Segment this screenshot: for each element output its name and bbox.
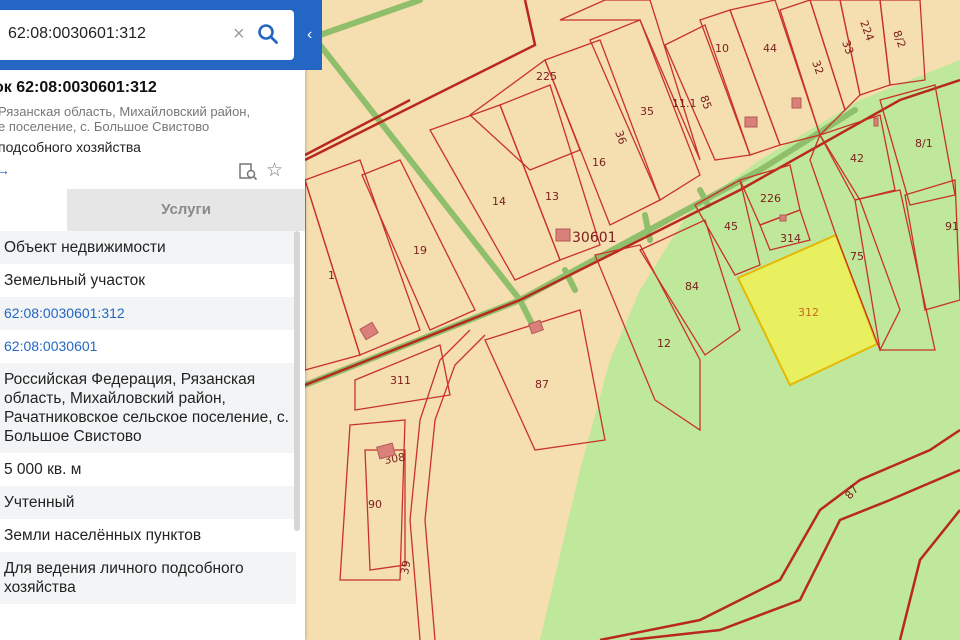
svg-text:35: 35 [640,105,654,118]
detail-row: Земли населённых пунктов [4,527,202,544]
detail-link[interactable]: 62:08:0030601 [0,330,296,363]
svg-text:42: 42 [850,152,864,165]
search-bar: × ‹ [0,0,322,70]
property-details: Объект недвижимости Земельный участок 62:0… [0,231,296,604]
svg-text:19: 19 [413,244,427,257]
svg-text:312: 312 [798,306,819,319]
detail-row: 5 000 кв. м [4,461,82,478]
svg-text:87: 87 [535,378,549,391]
more-link[interactable]: → [0,162,10,178]
svg-text:14: 14 [492,195,506,208]
tab-services[interactable]: Услуги [67,189,305,231]
svg-text:12: 12 [657,337,671,350]
svg-text:225: 225 [536,70,557,83]
detail-row: Российская Федерация, Рязанская область,… [0,363,296,453]
address-line: е поселение, с. Большое Свистово [0,119,210,134]
svg-text:16: 16 [592,156,606,169]
detail-link[interactable]: 62:08:0030601:312 [0,297,296,330]
svg-text:11.1: 11.1 [672,97,697,110]
svg-text:30601: 30601 [572,230,617,246]
chevron-left-icon[interactable]: ‹ [307,24,319,46]
svg-text:45: 45 [724,220,738,233]
scrollbar[interactable] [294,231,300,531]
detail-row: Объект недвижимости [0,231,296,264]
search-icon[interactable] [257,23,279,45]
svg-text:10: 10 [715,42,729,55]
svg-text:90: 90 [368,498,382,511]
page-title: ок 62:08:0030601:312 [0,79,157,96]
svg-text:314: 314 [780,232,801,245]
svg-text:91: 91 [945,220,959,233]
star-icon[interactable]: ☆ [266,160,283,182]
close-icon[interactable]: × [233,23,245,45]
detail-row: Учтенный [0,486,296,519]
svg-text:13: 13 [545,190,559,203]
svg-text:84: 84 [685,280,699,293]
address-line: Рязанская область, Михайловский район, [0,104,251,119]
tabs: Услуги [0,189,305,231]
info-panel: ок 62:08:0030601:312 Рязанская область, … [0,0,305,640]
document-search-icon[interactable] [238,162,258,182]
search-box: × [0,10,294,60]
permitted-use: подсобного хозяйства [0,139,141,155]
tab-info[interactable] [0,189,67,231]
svg-text:39: 39 [398,559,413,575]
svg-text:44: 44 [763,42,777,55]
detail-row: Для ведения личного подсобного хозяйства [0,552,296,604]
detail-row: Земельный участок [4,272,146,289]
search-input[interactable] [8,23,223,45]
svg-text:311: 311 [390,374,411,387]
svg-text:226: 226 [760,192,781,205]
svg-text:75: 75 [850,250,864,263]
svg-text:8/1: 8/1 [915,137,933,150]
svg-text:1: 1 [328,269,335,282]
